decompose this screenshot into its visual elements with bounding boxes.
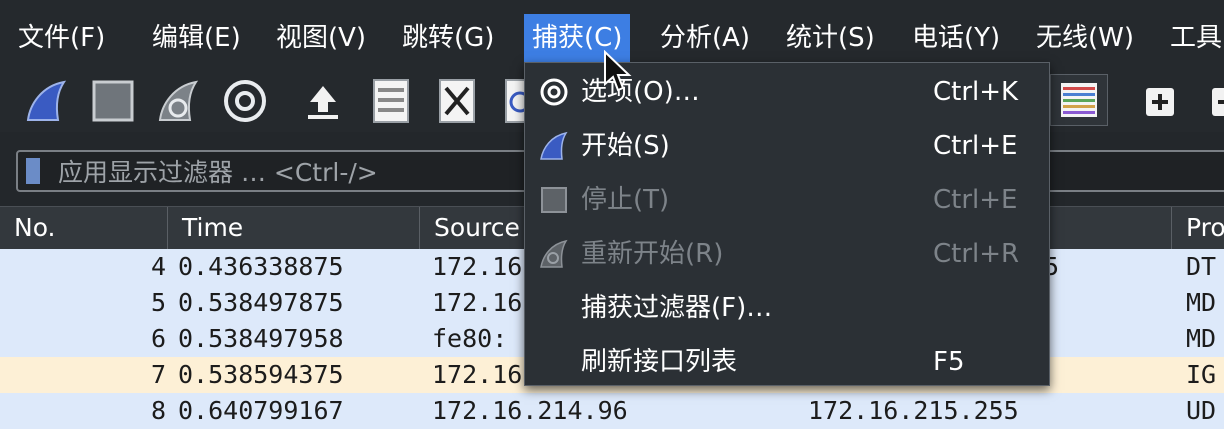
column-header-time[interactable]: Time: [168, 207, 420, 249]
restart-fin-icon[interactable]: [156, 78, 202, 124]
zoom-out-icon[interactable]: [1210, 86, 1224, 118]
cell-time: 0.640799167: [178, 396, 344, 425]
menu-item-start[interactable]: 开始(S) Ctrl+E: [525, 119, 1049, 173]
restart-icon: [539, 239, 569, 269]
menu-item-capture-filters[interactable]: 捕获过滤器(F)…: [525, 281, 1049, 335]
menu-item-shortcut: Ctrl+E: [933, 131, 1018, 161]
menu-item-label: 捕获过滤器(F)…: [581, 293, 773, 323]
gear-options-icon[interactable]: [222, 78, 268, 124]
menu-item-restart[interactable]: 重新开始(R) Ctrl+R: [525, 227, 1049, 281]
cell-protocol: UD: [1186, 396, 1217, 425]
menu-wireless[interactable]: 无线(W): [1036, 14, 1134, 62]
cell-no: 5: [150, 288, 166, 317]
menu-item-refresh-interfaces[interactable]: 刷新接口列表 F5: [525, 335, 1049, 389]
cell-no: 6: [150, 324, 166, 353]
cell-source: fe80:: [432, 324, 508, 353]
cell-source: 172.16: [432, 252, 523, 281]
reload-file-icon[interactable]: [500, 78, 524, 124]
column-header-protocol[interactable]: Pro: [1172, 207, 1224, 249]
menu-item-label: 停止(T): [581, 185, 670, 215]
cell-time: 0.436338875: [178, 252, 344, 281]
cell-destination: 172.16.215.255: [808, 396, 1019, 425]
cell-no: 8: [150, 396, 166, 425]
menu-item-shortcut: Ctrl+R: [933, 239, 1020, 269]
cell-protocol: IG: [1186, 360, 1217, 389]
bookmark-icon[interactable]: [26, 158, 40, 184]
cell-source: 172.16.214.96: [432, 396, 628, 425]
upload-arrow-icon[interactable]: [300, 78, 346, 124]
capture-menu-dropdown: 选项(O)… Ctrl+K 开始(S) Ctrl+E 停止(T) Ctrl+E …: [524, 62, 1050, 386]
table-row[interactable]: 8 0.640799167 172.16.214.96 172.16.215.2…: [0, 393, 1224, 429]
menu-item-label: 刷新接口列表: [581, 347, 738, 377]
menu-go[interactable]: 跳转(G): [402, 14, 494, 62]
menu-tools[interactable]: 工具: [1170, 14, 1222, 62]
menu-item-shortcut: F5: [933, 347, 965, 377]
stop-square-icon[interactable]: [90, 78, 136, 124]
menu-statistics[interactable]: 统计(S): [786, 14, 875, 62]
close-file-icon[interactable]: [434, 78, 480, 124]
coloring-rules-icon[interactable]: [1050, 74, 1108, 126]
gear-icon: [539, 77, 569, 107]
shark-fin-start-icon[interactable]: [24, 78, 70, 124]
zoom-in-icon[interactable]: [1144, 86, 1176, 118]
menu-telephony[interactable]: 电话(Y): [912, 14, 1000, 62]
menu-item-shortcut: Ctrl+E: [933, 185, 1018, 215]
mouse-cursor-icon: [603, 49, 633, 94]
menu-item-shortcut: Ctrl+K: [933, 77, 1019, 107]
cell-time: 0.538497875: [178, 288, 344, 317]
menu-item-label: 选项(O)…: [581, 77, 700, 107]
shark-fin-icon: [539, 131, 569, 161]
binary-file-icon[interactable]: [368, 78, 414, 124]
menu-item-label: 重新开始(R): [581, 239, 724, 269]
cell-source: 172.16: [432, 360, 523, 389]
menu-analyze[interactable]: 分析(A): [660, 14, 750, 62]
menu-file[interactable]: 文件(F): [18, 14, 105, 62]
cell-protocol: MD: [1186, 324, 1217, 353]
cell-protocol: DT: [1186, 252, 1217, 281]
column-header-no[interactable]: No.: [0, 207, 168, 249]
cell-time: 0.538594375: [178, 360, 344, 389]
menu-item-stop[interactable]: 停止(T) Ctrl+E: [525, 173, 1049, 227]
cell-no: 7: [150, 360, 166, 389]
cell-time: 0.538497958: [178, 324, 344, 353]
stop-icon: [539, 185, 569, 215]
menu-item-label: 开始(S): [581, 131, 670, 161]
menu-edit[interactable]: 编辑(E): [152, 14, 241, 62]
menu-view[interactable]: 视图(V): [276, 14, 366, 62]
cell-protocol: MD: [1186, 288, 1217, 317]
cell-source: 172.16: [432, 288, 523, 317]
cell-no: 4: [150, 252, 166, 281]
